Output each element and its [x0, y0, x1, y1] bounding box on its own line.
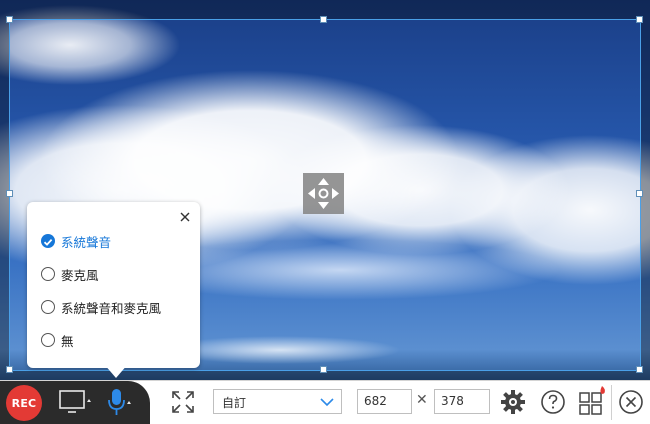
radio-unchecked — [41, 333, 55, 347]
width-input[interactable]: 682 — [357, 389, 412, 414]
toolbar-divider — [611, 385, 612, 420]
audio-option-system-and-microphone[interactable]: 系統聲音和麥克風 — [41, 297, 161, 317]
check-icon — [43, 238, 53, 246]
record-button[interactable]: REC — [6, 385, 42, 421]
popup-pointer — [104, 364, 128, 378]
resize-handle-top-left[interactable] — [6, 16, 13, 23]
close-icon — [180, 212, 190, 222]
radio-checked — [41, 234, 55, 248]
resize-handle-top-right[interactable] — [636, 16, 643, 23]
exit-button[interactable] — [617, 388, 645, 420]
microphone-icon — [108, 389, 131, 415]
fullscreen-icon — [172, 391, 194, 413]
audio-option-microphone[interactable]: 麥克風 — [41, 264, 99, 284]
resize-handle-top[interactable] — [320, 16, 327, 23]
audio-source-popup: 系統聲音 麥克風 系統聲音和麥克風 無 — [27, 202, 200, 368]
settings-button[interactable] — [499, 388, 527, 420]
height-input[interactable]: 378 — [434, 389, 490, 414]
resize-handle-right[interactable] — [636, 190, 643, 197]
move-handle[interactable] — [303, 173, 344, 214]
resize-handle-bottom-left[interactable] — [6, 366, 13, 373]
region-preset-dropdown[interactable]: 自訂 — [213, 389, 342, 414]
resize-handle-bottom-right[interactable] — [636, 366, 643, 373]
monitor-icon — [59, 390, 91, 413]
audio-source-button[interactable] — [104, 387, 138, 423]
apps-icon — [579, 386, 605, 415]
chevron-down-icon — [320, 398, 334, 407]
audio-option-none[interactable]: 無 — [41, 330, 74, 350]
resize-handle-bottom[interactable] — [320, 366, 327, 373]
help-button[interactable] — [539, 388, 567, 420]
audio-option-system-sound[interactable]: 系統聲音 — [41, 231, 111, 251]
gear-icon — [501, 390, 525, 414]
exit-icon — [619, 390, 643, 414]
popup-close-button[interactable] — [176, 208, 194, 226]
record-controls: REC — [0, 381, 150, 424]
move-icon — [308, 178, 339, 209]
region-preset-value: 自訂 — [222, 396, 247, 410]
radio-unchecked — [41, 300, 55, 314]
radio-unchecked — [41, 267, 55, 281]
audio-option-label: 麥克風 — [61, 267, 99, 283]
audio-option-label: 系統聲音 — [61, 234, 112, 250]
audio-option-label: 系統聲音和麥克風 — [61, 300, 162, 316]
resize-handle-left[interactable] — [6, 190, 13, 197]
dimension-separator: ✕ — [416, 392, 428, 408]
recorder-toolbar: REC 自訂 682 ✕ 378 — [0, 380, 650, 424]
help-icon — [541, 390, 565, 414]
fullscreen-button[interactable] — [170, 389, 196, 419]
screen-select-button[interactable] — [58, 389, 96, 421]
more-tools-button[interactable] — [577, 385, 609, 423]
audio-option-label: 無 — [61, 333, 74, 349]
